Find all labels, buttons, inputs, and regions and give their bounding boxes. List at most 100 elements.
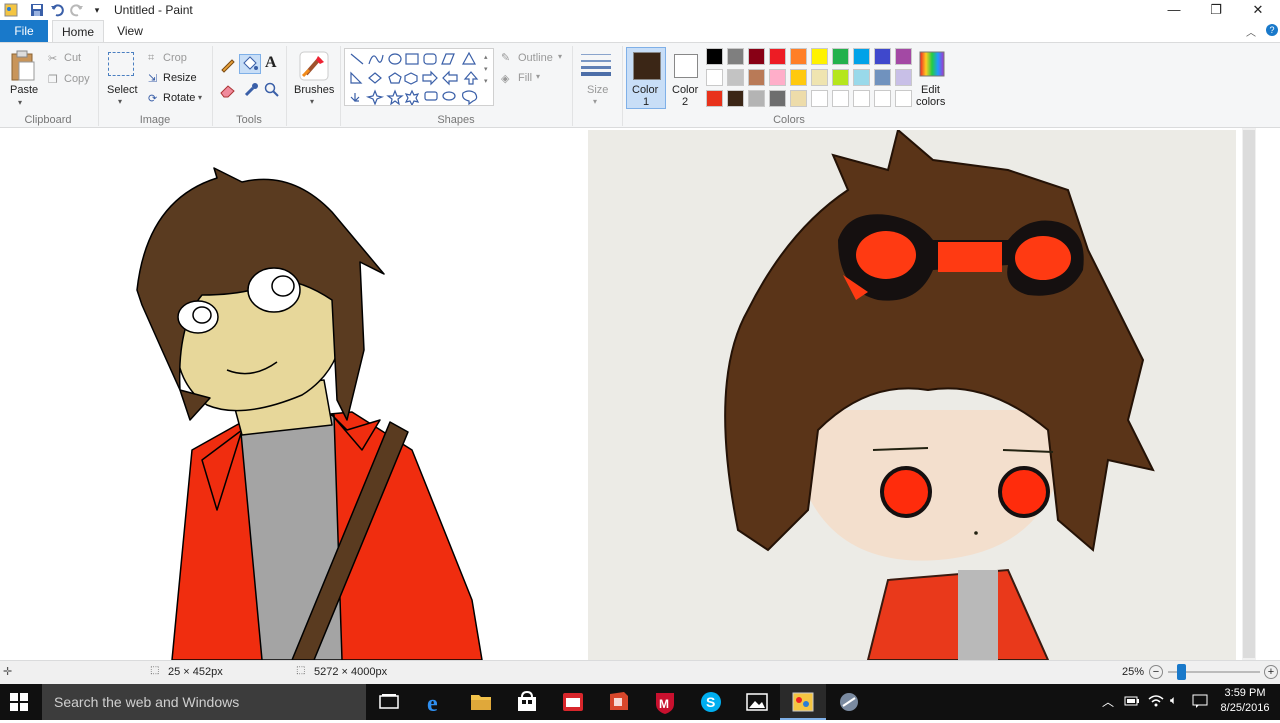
palette-swatch[interactable]	[811, 48, 828, 65]
size-icon[interactable]	[580, 52, 612, 78]
brushes-button[interactable]: Brushes	[294, 84, 334, 96]
zoom-slider-thumb[interactable]	[1177, 664, 1186, 680]
palette-swatch[interactable]	[790, 69, 807, 86]
zoom-out-button[interactable]: −	[1149, 665, 1163, 679]
edit-colors-label-1[interactable]: Edit	[921, 84, 940, 96]
palette-swatch[interactable]	[769, 90, 786, 107]
start-windows-icon[interactable]	[10, 693, 28, 711]
cut-button[interactable]: Cut	[64, 52, 81, 64]
fill-dropdown-icon[interactable]: ▾	[536, 72, 540, 81]
palette-swatch[interactable]	[811, 69, 828, 86]
zoom-in-button[interactable]: +	[1264, 665, 1278, 679]
palette-swatch[interactable]	[706, 69, 723, 86]
minimize-button[interactable]: —	[1152, 0, 1196, 20]
task-view-icon[interactable]	[366, 684, 412, 720]
palette-swatch[interactable]	[811, 90, 828, 107]
action-center-icon[interactable]	[1192, 694, 1208, 708]
save-icon[interactable]	[30, 3, 44, 17]
palette-swatch[interactable]	[769, 69, 786, 86]
copy-button[interactable]: Copy	[64, 73, 90, 85]
wifi-icon[interactable]	[1148, 694, 1164, 708]
app-taskbar-icon[interactable]	[826, 684, 872, 720]
paste-icon[interactable]	[10, 50, 36, 82]
magnifier-icon[interactable]	[264, 82, 280, 98]
skype-icon[interactable]: S	[688, 684, 734, 720]
palette-swatch[interactable]	[727, 48, 744, 65]
eraser-icon[interactable]	[219, 82, 237, 98]
paste-button[interactable]: Paste	[10, 84, 38, 96]
taskbar-clock[interactable]: 3:59 PM 8/25/2016	[1216, 686, 1274, 716]
file-explorer-icon[interactable]	[458, 684, 504, 720]
tab-home[interactable]: Home	[52, 20, 104, 43]
shapes-scroll-icon[interactable]: ▴ ▾ ▾	[484, 52, 488, 88]
volume-icon[interactable]: 🔈︎	[1170, 693, 1177, 708]
size-dropdown-icon[interactable]: ▾	[593, 97, 597, 106]
taskbar-search-box[interactable]: Search the web and Windows	[42, 684, 366, 720]
scrollbar-thumb[interactable]	[1243, 130, 1255, 658]
shapes-gallery[interactable]	[344, 48, 494, 106]
rotate-button[interactable]: Rotate	[163, 92, 195, 104]
brushes-dropdown-icon[interactable]: ▾	[310, 97, 314, 106]
fill-button[interactable]: Fill	[518, 72, 532, 84]
palette-swatch[interactable]	[895, 90, 912, 107]
select-button[interactable]: Select	[107, 84, 138, 96]
tab-file[interactable]: File	[0, 20, 48, 42]
tab-view[interactable]: View	[108, 20, 152, 42]
undo-icon[interactable]	[50, 3, 64, 17]
palette-swatch[interactable]	[895, 48, 912, 65]
palette-swatch[interactable]	[706, 90, 723, 107]
fill-with-color-icon[interactable]	[239, 54, 261, 74]
palette-swatch[interactable]	[706, 48, 723, 65]
paint-taskbar-icon[interactable]	[780, 684, 826, 720]
store-icon[interactable]	[504, 684, 550, 720]
customize-quick-access-icon[interactable]: ▾	[90, 3, 104, 17]
edge-browser-icon[interactable]: e	[412, 684, 458, 720]
palette-swatch[interactable]	[853, 90, 870, 107]
minimize-ribbon-icon[interactable]: ︿	[1246, 24, 1256, 39]
help-icon[interactable]: ?	[1266, 24, 1278, 36]
redo-icon[interactable]	[70, 3, 84, 17]
palette-swatch[interactable]	[748, 90, 765, 107]
mcafee-icon[interactable]: M	[642, 684, 688, 720]
paint-app-icon[interactable]	[4, 3, 18, 17]
resize-button[interactable]: Resize	[163, 72, 197, 84]
brushes-icon[interactable]	[298, 50, 330, 82]
palette-swatch[interactable]	[748, 69, 765, 86]
palette-swatch[interactable]	[832, 69, 849, 86]
crop-button[interactable]: Crop	[163, 52, 187, 64]
palette-swatch[interactable]	[727, 69, 744, 86]
palette-swatch[interactable]	[874, 48, 891, 65]
palette-swatch[interactable]	[895, 69, 912, 86]
palette-swatch[interactable]	[832, 48, 849, 65]
select-dropdown-icon[interactable]: ▾	[118, 97, 122, 106]
palette-swatch[interactable]	[727, 90, 744, 107]
edit-colors-label-2[interactable]: colors	[916, 96, 945, 108]
photos-icon[interactable]	[734, 684, 780, 720]
palette-swatch[interactable]	[790, 90, 807, 107]
office-app-icon[interactable]	[596, 684, 642, 720]
palette-swatch[interactable]	[790, 48, 807, 65]
text-icon[interactable]: A	[265, 54, 277, 72]
maximize-button[interactable]: ❐	[1194, 0, 1238, 20]
outline-dropdown-icon[interactable]: ▾	[558, 52, 562, 61]
mail-app-icon[interactable]	[550, 684, 596, 720]
paste-dropdown-icon[interactable]: ▾	[18, 98, 22, 107]
select-icon[interactable]	[108, 52, 134, 76]
size-button[interactable]: Size	[587, 84, 608, 96]
edit-colors-icon[interactable]	[918, 50, 946, 78]
palette-swatch[interactable]	[832, 90, 849, 107]
color-1-swatch[interactable]	[633, 52, 661, 80]
color-picker-icon[interactable]	[243, 82, 259, 98]
rotate-dropdown-icon[interactable]: ▾	[198, 93, 202, 102]
close-button[interactable]: ✕	[1236, 0, 1280, 20]
palette-swatch[interactable]	[769, 48, 786, 65]
color-2-swatch[interactable]	[674, 54, 698, 78]
pencil-icon[interactable]	[219, 55, 237, 73]
show-hidden-icons-icon[interactable]: ︿	[1102, 693, 1114, 710]
palette-swatch[interactable]	[748, 48, 765, 65]
battery-icon[interactable]	[1124, 694, 1140, 708]
outline-button[interactable]: Outline	[518, 52, 553, 64]
palette-swatch[interactable]	[874, 69, 891, 86]
palette-swatch[interactable]	[874, 90, 891, 107]
palette-swatch[interactable]	[853, 69, 870, 86]
